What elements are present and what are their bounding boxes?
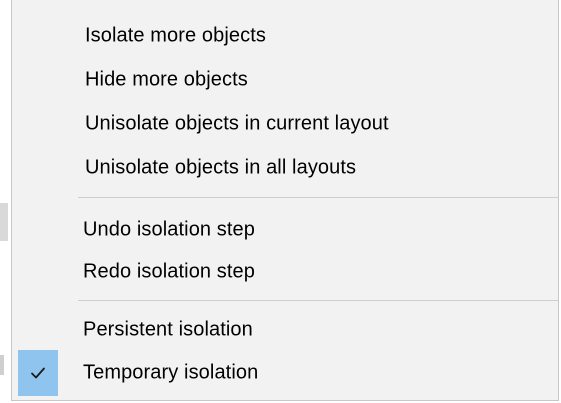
page: Isolate more objects Hide more objects U… bbox=[0, 0, 561, 403]
menu-item-label: Undo isolation step bbox=[83, 218, 256, 241]
menu-item-unisolate-current-layout[interactable]: Unisolate objects in current layout bbox=[12, 101, 558, 147]
isolation-context-menu: Isolate more objects Hide more objects U… bbox=[11, 0, 559, 401]
menu-item-temporary-isolation[interactable]: Temporary isolation bbox=[12, 350, 558, 396]
menu-item-persistent-isolation[interactable]: Persistent isolation bbox=[12, 307, 558, 353]
menu-item-undo-isolation-step[interactable]: Undo isolation step bbox=[12, 207, 558, 253]
menu-item-hide-more-objects[interactable]: Hide more objects bbox=[12, 57, 558, 103]
menu-item-label: Persistent isolation bbox=[83, 318, 253, 341]
menu-item-unisolate-all-layouts[interactable]: Unisolate objects in all layouts bbox=[12, 145, 558, 191]
menu-item-label: Hide more objects bbox=[85, 68, 248, 91]
menu-item-label: Unisolate objects in all layouts bbox=[85, 156, 357, 179]
menu-separator bbox=[78, 197, 558, 198]
menu-item-redo-isolation-step[interactable]: Redo isolation step bbox=[12, 249, 558, 295]
background-window-edge bbox=[0, 203, 8, 241]
menu-separator bbox=[78, 300, 558, 301]
menu-item-label: Redo isolation step bbox=[83, 260, 256, 283]
menu-item-label: Unisolate objects in current layout bbox=[85, 112, 389, 135]
background-window-edge bbox=[0, 355, 4, 375]
menu-item-isolate-more-objects[interactable]: Isolate more objects bbox=[12, 13, 558, 59]
menu-item-label: Isolate more objects bbox=[85, 24, 266, 47]
menu-item-label: Temporary isolation bbox=[83, 361, 259, 384]
